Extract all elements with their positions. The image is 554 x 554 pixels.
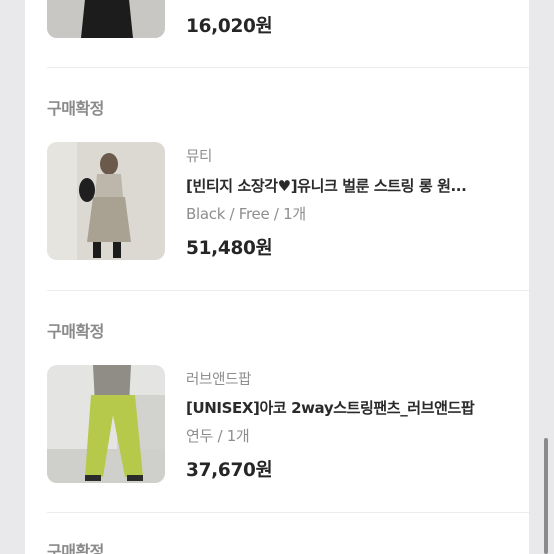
- order-status-label: 구매확정: [47, 99, 104, 118]
- product-thumbnail[interactable]: [47, 365, 165, 483]
- order-price: 51,480원: [186, 238, 273, 259]
- order-history-panel: 16,020원 구매확정 뮤티 [빈티지 소장각♥]유니크 벌룬 스트링 롱 원…: [25, 0, 529, 554]
- brand-name[interactable]: 러브앤드팝: [186, 368, 252, 389]
- product-title[interactable]: [UNISEX]아코 2way스트링팬츠_러브앤드팝: [186, 397, 511, 418]
- product-option: 연두 / 1개: [186, 427, 250, 445]
- divider: [47, 512, 529, 513]
- order-status-label: 구매확정: [47, 542, 104, 554]
- order-price: 16,020원: [186, 16, 273, 37]
- order-status-label: 구매확정: [47, 322, 104, 341]
- scrollbar[interactable]: [544, 438, 548, 554]
- divider: [47, 67, 529, 68]
- order-price: 37,670원: [186, 460, 273, 481]
- divider: [47, 290, 529, 291]
- brand-name[interactable]: 뮤티: [186, 145, 212, 166]
- product-thumbnail[interactable]: [47, 142, 165, 260]
- product-option: Black / Free / 1개: [186, 205, 306, 223]
- product-thumbnail[interactable]: [47, 0, 165, 38]
- product-title[interactable]: [빈티지 소장각♥]유니크 벌룬 스트링 롱 원...: [186, 175, 511, 196]
